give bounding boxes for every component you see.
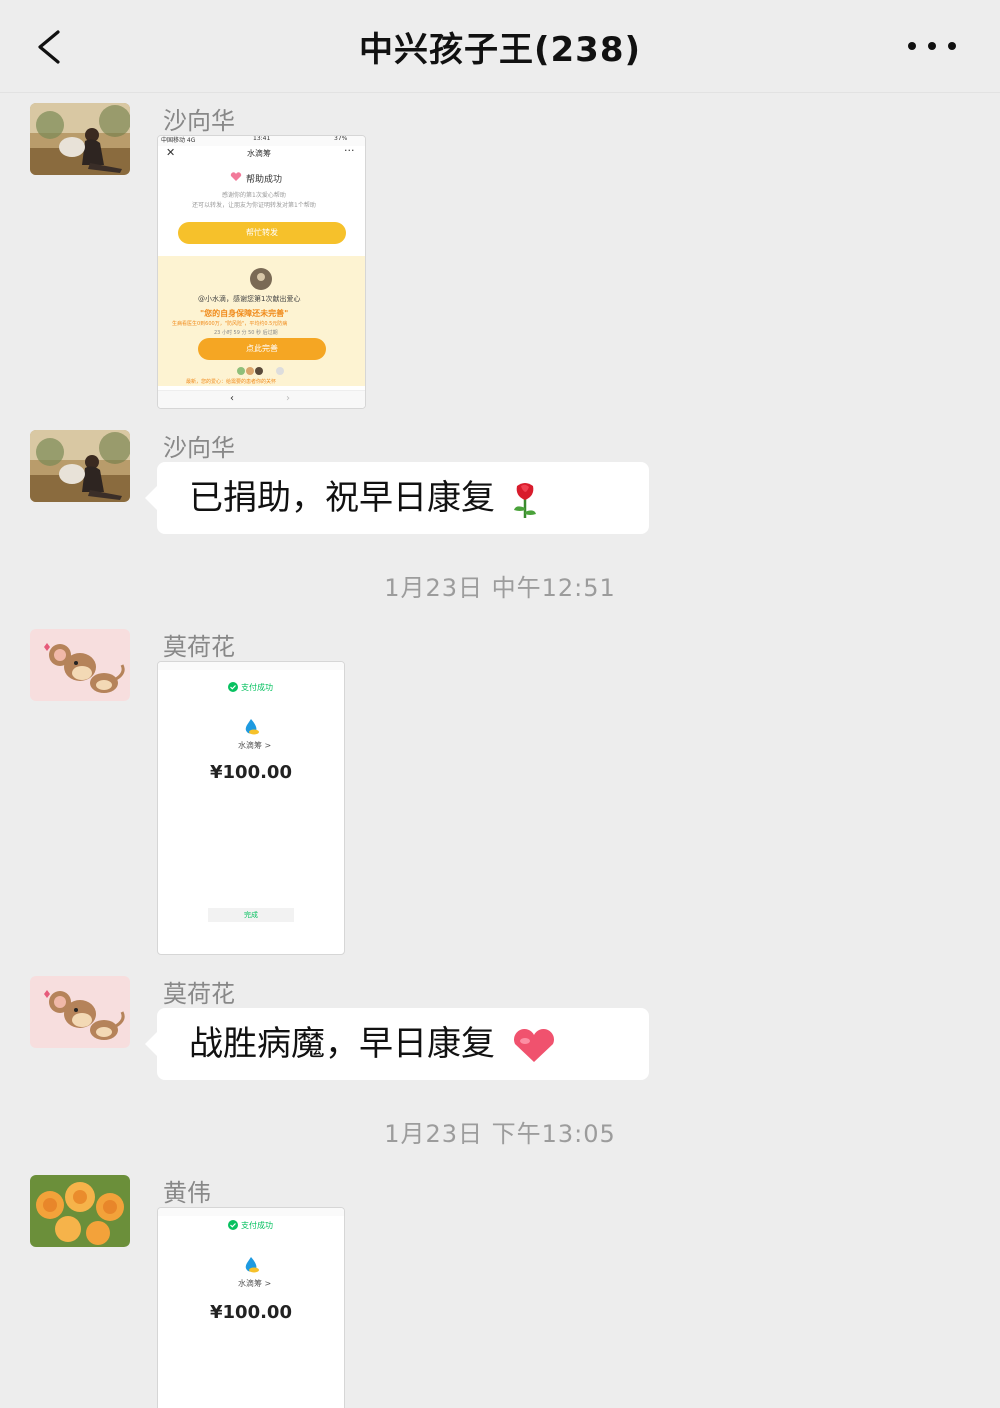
avatar-jerry-mouse-icon: [30, 629, 130, 701]
avatar-girl-autumn-icon: [30, 430, 130, 502]
avatar-roses-icon: [30, 1175, 130, 1247]
rose-emoji-icon: [513, 482, 536, 518]
avatar[interactable]: [30, 103, 130, 175]
status-bar: [158, 1208, 344, 1216]
check-circle-icon: [228, 682, 238, 692]
nav-bar: ‹ ›: [158, 390, 365, 408]
sender-name: 沙向华: [163, 434, 235, 462]
chat-title: 中兴孩子王(238): [358, 30, 642, 70]
more-dots-icon: ···: [344, 144, 355, 157]
avatar[interactable]: [30, 976, 130, 1048]
payment-screenshot-image[interactable]: 支付成功 水滴筹 > ¥100.00 完成: [157, 661, 345, 955]
status-bar: [158, 662, 344, 670]
forward-button: 帮忙转发: [178, 222, 346, 244]
sender-name: 沙向华: [163, 107, 235, 135]
status-bar: 中国移动 4G 13:41 37%: [158, 136, 365, 146]
supporters-icon: [237, 367, 284, 375]
water-drop-logo-icon: [245, 1257, 259, 1273]
avatar[interactable]: [30, 430, 130, 502]
nav-forward-icon: ›: [286, 393, 290, 404]
heart-icon: [230, 172, 242, 181]
timestamp: 1月23日 下午13:05: [384, 1120, 616, 1148]
avatar[interactable]: [30, 629, 130, 701]
nav-back-icon: ‹: [230, 393, 234, 404]
timestamp: 1月23日 中午12:51: [384, 574, 616, 602]
sender-name: 黄伟: [163, 1179, 211, 1207]
donation-screenshot-image[interactable]: 中国移动 4G 13:41 37% ✕ 水滴筹 ··· 帮助成功 感谢你的第1次…: [157, 135, 366, 409]
done-button: 完成: [208, 908, 294, 922]
more-options-button[interactable]: [904, 34, 960, 58]
message-text: 战胜病魔，早日康复: [189, 1024, 495, 1064]
message-bubble[interactable]: 已捐助，祝早日康复: [145, 462, 649, 534]
avatar-jerry-mouse-icon: [30, 976, 130, 1048]
message-text: 已捐助，祝早日康复: [189, 478, 495, 518]
close-icon: ✕: [166, 146, 176, 159]
avatar[interactable]: [30, 1175, 130, 1247]
chat-header: 中兴孩子王(238): [0, 0, 1000, 93]
payment-screenshot-image[interactable]: 支付成功 水滴筹 > ¥100.00: [157, 1207, 345, 1408]
heart-emoji-icon: [513, 1028, 554, 1062]
more-dots-icon: [908, 42, 956, 50]
message-bubble[interactable]: 战胜病魔，早日康复: [145, 1008, 649, 1080]
sender-name: 莫荷花: [163, 633, 235, 661]
perfect-button: 点此完善: [198, 338, 326, 360]
avatar-girl-autumn-icon: [30, 103, 130, 175]
sender-name: 莫荷花: [163, 980, 235, 1008]
avatar-icon: [250, 268, 272, 290]
water-drop-logo-icon: [245, 719, 259, 735]
check-circle-icon: [228, 1220, 238, 1230]
